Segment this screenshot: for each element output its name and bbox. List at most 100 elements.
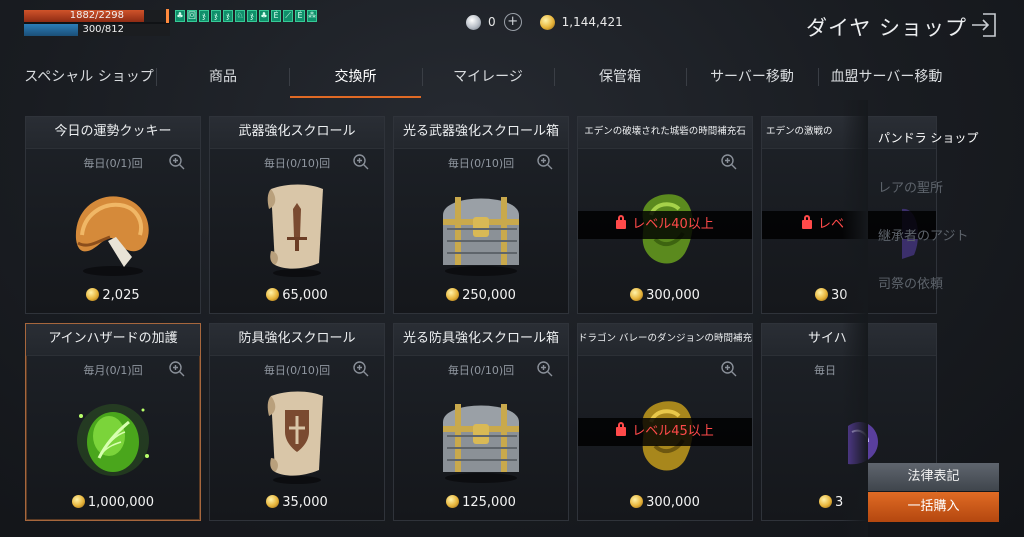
tab-storage[interactable]: 保管箱 bbox=[555, 60, 685, 98]
buff-icon[interactable]: ⁂ bbox=[307, 10, 317, 22]
buff-icon[interactable]: Ѐ bbox=[271, 10, 281, 22]
mp-bar: 300/812 bbox=[24, 24, 170, 36]
price-value: 250,000 bbox=[462, 288, 516, 303]
buff-icon[interactable]: 回 bbox=[187, 10, 197, 22]
item-name: 光る武器強化スクロール箱 bbox=[394, 117, 568, 149]
hp-bar: 1882/2298 bbox=[24, 9, 170, 23]
price-value: 2,025 bbox=[102, 288, 140, 303]
lock-text: レベル40以上 bbox=[632, 217, 714, 232]
tab-exchange[interactable]: 交換所 bbox=[290, 60, 421, 98]
green-leaf-gem-icon bbox=[77, 404, 149, 476]
item-card-einhasad-blessing[interactable]: アインハザードの加護 毎月(0/1)回 1,000,000 bbox=[25, 323, 201, 521]
item-price: 300,000 bbox=[578, 288, 752, 303]
item-name: 今日の運勢クッキー bbox=[26, 117, 200, 149]
buff-icon[interactable]: ♣ bbox=[175, 10, 185, 22]
item-card-fortune-cookie[interactable]: 今日の運勢クッキー 毎日(0/1)回 2,025 bbox=[25, 116, 201, 314]
tab-special-shop[interactable]: スペシャル ショップ bbox=[24, 60, 154, 98]
item-name: 防具強化スクロール bbox=[210, 324, 384, 356]
gold-coin-icon bbox=[86, 288, 100, 301]
price-value: 1,000,000 bbox=[87, 495, 155, 510]
price-value: 300,000 bbox=[646, 495, 700, 510]
treasure-chest-icon bbox=[443, 197, 519, 276]
gold-coin-icon bbox=[815, 288, 828, 301]
price-value: 125,000 bbox=[462, 495, 516, 510]
side-item-successor-hideout[interactable]: 継承者のアジト bbox=[878, 225, 968, 244]
add-diamond-button[interactable]: + bbox=[503, 13, 522, 31]
item-card-glowing-armor-scroll-box[interactable]: 光る防具強化スクロール箱 毎日(0/10)回 125,000 bbox=[393, 323, 569, 521]
fortune-cookie-icon bbox=[75, 196, 149, 276]
hp-marker bbox=[166, 9, 169, 23]
gold-coin-icon bbox=[446, 495, 460, 508]
buff-icon[interactable]: ♣ bbox=[259, 10, 269, 22]
item-name: エデンの破壊された城砦の時間補充石 bbox=[578, 117, 752, 149]
gold-coin-icon bbox=[819, 495, 832, 508]
page-title: ダイヤ ショップ bbox=[806, 16, 968, 40]
scroll-fade-overlay bbox=[842, 100, 868, 537]
mp-text: 300/812 bbox=[82, 24, 124, 35]
item-card-eden-fortress-time-stone[interactable]: エデンの破壊された城砦の時間補充石 レベル40以上 300,000 bbox=[577, 116, 753, 314]
buff-icon[interactable]: ♘ bbox=[235, 10, 245, 22]
price-value: 300,000 bbox=[646, 288, 700, 303]
exit-icon[interactable] bbox=[969, 10, 999, 40]
zoom-in-icon[interactable] bbox=[536, 360, 554, 378]
armor-scroll-icon bbox=[267, 391, 323, 484]
legal-notice-button[interactable]: 法律表記 bbox=[868, 463, 999, 491]
zoom-in-icon[interactable] bbox=[352, 153, 370, 171]
item-name: アインハザードの加護 bbox=[26, 324, 200, 356]
gold-coin-icon bbox=[630, 495, 644, 508]
status-bars: 1882/2298 300/812 bbox=[24, 9, 170, 36]
item-price: 300,000 bbox=[578, 495, 752, 510]
tab-mileage[interactable]: マイレージ bbox=[423, 60, 553, 98]
shop-screen: { "status": { "hp_text": "1882/2298", "h… bbox=[0, 0, 1024, 537]
side-item-priest-request[interactable]: 司祭の依頼 bbox=[878, 273, 943, 292]
buff-icon[interactable]: ჯ bbox=[211, 10, 221, 22]
zoom-in-icon[interactable] bbox=[720, 360, 738, 378]
zoom-in-icon[interactable] bbox=[168, 360, 186, 378]
tab-server-transfer[interactable]: サーバー移動 bbox=[687, 60, 817, 98]
currency-display: 0 + 1,144,421 bbox=[466, 12, 623, 32]
bulk-buy-button[interactable]: 一括購入 bbox=[868, 492, 999, 522]
item-price: 1,000,000 bbox=[26, 495, 200, 510]
buff-icon[interactable]: ჯ bbox=[247, 10, 257, 22]
item-price: 35,000 bbox=[210, 495, 384, 510]
lock-icon bbox=[616, 215, 627, 229]
side-item-rare-sanctuary[interactable]: レアの聖所 bbox=[878, 177, 943, 196]
item-card-weapon-scroll[interactable]: 武器強化スクロール 毎日(0/10)回 65,000 bbox=[209, 116, 385, 314]
weapon-scroll-icon bbox=[267, 184, 323, 277]
tab-clan-server-transfer[interactable]: 血盟サーバー移動 bbox=[819, 60, 954, 98]
zoom-in-icon[interactable] bbox=[720, 153, 738, 171]
item-price: 2,025 bbox=[26, 288, 200, 303]
item-card-glowing-weapon-scroll-box[interactable]: 光る武器強化スクロール箱 毎日(0/10)回 250,000 bbox=[393, 116, 569, 314]
tab-bar: スペシャル ショップ 商品 交換所 マイレージ 保管箱 サーバー移動 血盟サーバ… bbox=[24, 60, 954, 100]
price-value: 65,000 bbox=[282, 288, 328, 303]
level-lock-banner: レベル45以上 bbox=[578, 418, 752, 446]
zoom-in-icon[interactable] bbox=[168, 153, 186, 171]
gold-coin-icon bbox=[630, 288, 644, 301]
buff-icon[interactable]: ჯ bbox=[223, 10, 233, 22]
buff-icon-row[interactable]: ♣ 回 ჯ ჯ ჯ ♘ ჯ ♣ Ѐ ⟋ Ѐ ⁂ bbox=[175, 10, 317, 22]
item-name: ドラゴン バレーのダンジョンの時間補充石 bbox=[578, 324, 752, 356]
treasure-chest-icon bbox=[443, 404, 519, 483]
buff-icon[interactable]: ⟋ bbox=[283, 10, 293, 22]
gold-coin-icon bbox=[446, 288, 460, 301]
item-card-armor-scroll[interactable]: 防具強化スクロール 毎日(0/10)回 35,000 bbox=[209, 323, 385, 521]
lock-icon bbox=[616, 422, 627, 436]
gold-coin-icon bbox=[266, 288, 280, 301]
item-name: 光る防具強化スクロール箱 bbox=[394, 324, 568, 356]
level-lock-banner: レベル40以上 bbox=[578, 211, 752, 239]
price-value: 35,000 bbox=[282, 495, 328, 510]
buff-icon[interactable]: ჯ bbox=[199, 10, 209, 22]
zoom-in-icon[interactable] bbox=[536, 153, 554, 171]
tab-products[interactable]: 商品 bbox=[158, 60, 288, 98]
item-price: 125,000 bbox=[394, 495, 568, 510]
side-item-pandora-shop[interactable]: パンドラ ショップ bbox=[878, 129, 978, 146]
lock-text: レベル45以上 bbox=[632, 424, 714, 439]
diamond-icon bbox=[466, 14, 481, 30]
item-card-dragon-valley-time-stone[interactable]: ドラゴン バレーのダンジョンの時間補充石 レベル45以上 300,000 bbox=[577, 323, 753, 521]
tab-divider bbox=[156, 68, 157, 86]
gold-coin-icon bbox=[71, 495, 85, 508]
zoom-in-icon[interactable] bbox=[352, 360, 370, 378]
buff-icon[interactable]: Ѐ bbox=[295, 10, 305, 22]
item-price: 65,000 bbox=[210, 288, 384, 303]
lock-icon bbox=[802, 215, 812, 229]
